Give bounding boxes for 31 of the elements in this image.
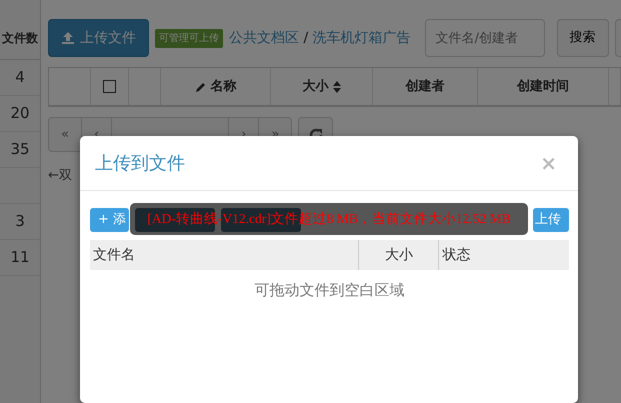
breadcrumb-link[interactable]: 洗车机灯箱广告 [312,30,411,46]
error-toast: [AD-转曲线-V12.cdr]文件超过8 MB，当前文件大小12.52 MB [130,203,528,235]
upload-button[interactable]: 上传文件 [48,19,149,57]
permission-badge: 可管理可上传 [155,28,223,48]
select-all-checkbox[interactable] [103,80,116,93]
table-cell-text: 35 [10,139,30,160]
table-cell-text: 20 [10,103,30,124]
column-header: 创建者 [406,78,444,96]
pencil-icon [194,80,206,92]
empty-message: 可拖动文件到空白区域 [254,280,406,301]
column-header: 名称 [210,78,236,96]
sort-icon[interactable] [332,80,340,92]
column-header: 状态 [442,246,470,264]
action-button[interactable]: 上传 [533,208,569,232]
column-header: 大小 [384,246,413,264]
close-button[interactable]: × [534,152,563,174]
table-cell-text: 11 [10,247,30,268]
action-button[interactable]: + 添 [90,208,130,232]
column-header: 文件名 [93,246,135,264]
column-header: 创建时间 [517,78,569,96]
dialog-title: 上传到文件 [95,152,185,176]
column-header[interactable]: 大小 [302,76,328,96]
column-header: 文件数 [0,0,40,60]
upload-icon [61,31,75,45]
hint-text: ←双 [48,167,73,185]
search-button[interactable]: 搜索 [556,19,609,57]
search-field[interactable]: 文件名/创建者 [424,19,545,57]
table-cell-text: 3 [15,211,25,232]
breadcrumb-link[interactable]: 公共文档区 [229,30,299,46]
breadcrumb-separator: / [303,30,308,46]
table-cell-text: 4 [15,67,25,88]
